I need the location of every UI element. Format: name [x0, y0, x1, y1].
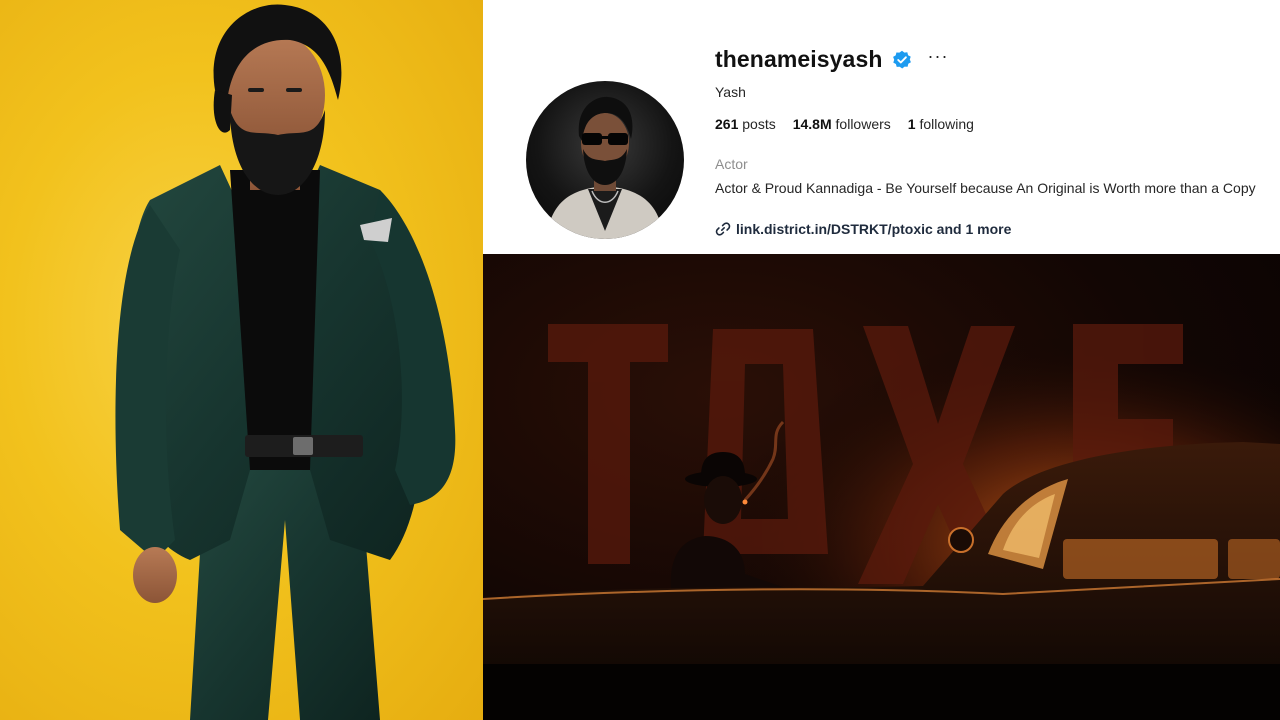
- following-count[interactable]: 1 following: [908, 116, 974, 132]
- profile-stats: 261 posts 14.8M followers 1 following: [715, 116, 974, 132]
- poster-illustration: [483, 254, 1280, 720]
- profile-avatar[interactable]: [526, 81, 684, 239]
- profile-full-name: Yash: [715, 84, 746, 100]
- movie-poster-image: [483, 254, 1280, 720]
- profile-link[interactable]: link.district.in/DSTRKT/ptoxic and 1 mor…: [715, 221, 1011, 237]
- posts-count-label: posts: [742, 116, 776, 132]
- profile-category: Actor: [715, 156, 748, 172]
- profile-username: thenameisyash: [715, 46, 883, 72]
- actor-portrait-illustration: [115, 4, 456, 720]
- followers-count[interactable]: 14.8M followers: [793, 116, 891, 132]
- profile-header: thenameisyash ··· Yash 261 posts 14.8M f…: [483, 0, 1280, 254]
- link-chain-icon: [715, 221, 731, 237]
- verified-badge-icon: [892, 50, 912, 70]
- following-count-label: following: [919, 116, 974, 132]
- following-count-value: 1: [907, 116, 916, 132]
- posts-count[interactable]: 261 posts: [715, 116, 776, 132]
- profile-link-text: link.district.in/DSTRKT/ptoxic and 1 mor…: [736, 221, 1012, 237]
- more-options-icon[interactable]: ···: [928, 47, 949, 73]
- profile-bio: Actor & Proud Kannadiga - Be Yourself be…: [715, 180, 1256, 196]
- followers-count-label: followers: [835, 116, 891, 132]
- username-row: thenameisyash ···: [715, 46, 948, 73]
- posts-count-value: 261: [715, 116, 739, 132]
- avatar-portrait-illustration: [546, 96, 664, 239]
- followers-count-value: 14.8M: [792, 116, 832, 132]
- actor-portrait-photo: [0, 0, 483, 720]
